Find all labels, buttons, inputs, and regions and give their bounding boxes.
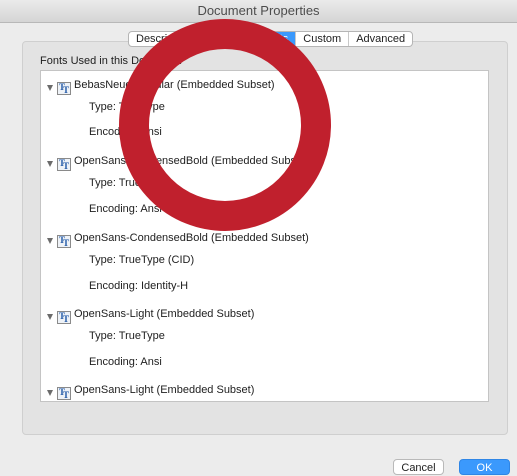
tab-bar: Description Security Fonts Custom Advanc… — [128, 31, 414, 47]
tab-custom[interactable]: Custom — [295, 32, 348, 46]
font-entry[interactable]: TT OpenSans-Light (Embedded Subset) — [47, 384, 255, 401]
cancel-button[interactable]: Cancel — [393, 459, 444, 475]
font-type: Type: TrueType — [89, 330, 165, 342]
disclosure-triangle-icon[interactable] — [47, 161, 53, 167]
fonts-section-label: Fonts Used in this Document — [40, 55, 182, 67]
tab-security[interactable]: Security — [198, 32, 253, 46]
tab-description[interactable]: Description — [129, 32, 198, 46]
font-name: OpenSans-CondensedBold (Embedded Subset) — [74, 155, 309, 167]
truetype-font-icon: TT — [57, 157, 71, 171]
tab-fonts[interactable]: Fonts — [252, 32, 296, 46]
truetype-font-icon: TT — [57, 234, 71, 248]
font-encoding: Encoding: Ansi — [89, 203, 162, 215]
fonts-list[interactable]: TT BebasNeue-Regular (Embedded Subset) T… — [40, 70, 489, 402]
font-type: Type: TrueType — [89, 101, 165, 113]
disclosure-triangle-icon[interactable] — [47, 238, 53, 244]
title-bar: Document Properties — [0, 0, 517, 23]
font-name: BebasNeue-Regular (Embedded Subset) — [74, 79, 275, 91]
font-entry[interactable]: TT BebasNeue-Regular (Embedded Subset) — [47, 79, 275, 97]
font-name: OpenSans-Light (Embedded Subset) — [74, 384, 255, 396]
font-encoding: Encoding: Identity-H — [89, 280, 189, 292]
disclosure-triangle-icon[interactable] — [47, 85, 53, 91]
font-name: OpenSans-CondensedBold (Embedded Subset) — [74, 232, 309, 244]
font-encoding: Encoding: Ansi — [89, 356, 162, 368]
tab-advanced[interactable]: Advanced — [348, 32, 412, 46]
truetype-font-icon: TT — [57, 81, 71, 95]
truetype-font-icon: TT — [57, 386, 71, 400]
disclosure-triangle-icon[interactable] — [47, 390, 53, 396]
font-entry[interactable]: TT OpenSans-Light (Embedded Subset) — [47, 308, 254, 326]
font-encoding: Encoding: Ansi — [89, 126, 162, 138]
font-type: Type: TrueType (CID) — [89, 254, 195, 266]
truetype-font-icon: TT — [57, 310, 71, 324]
font-name: OpenSans-Light (Embedded Subset) — [74, 308, 255, 320]
ok-button[interactable]: OK — [459, 459, 510, 475]
font-entry[interactable]: TT OpenSans-CondensedBold (Embedded Subs… — [47, 232, 309, 250]
window-title: Document Properties — [197, 3, 320, 18]
font-type: Type: TrueType — [89, 177, 165, 189]
disclosure-triangle-icon[interactable] — [47, 314, 53, 320]
font-entry[interactable]: TT OpenSans-CondensedBold (Embedded Subs… — [47, 155, 309, 173]
